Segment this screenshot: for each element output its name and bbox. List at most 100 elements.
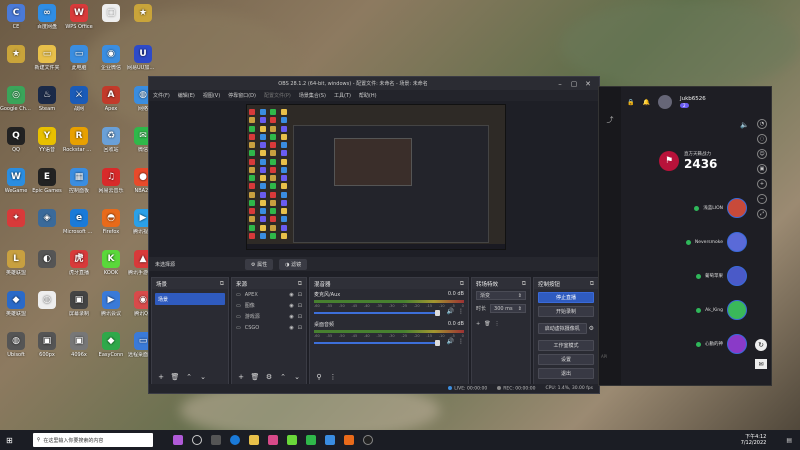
desktop-icon[interactable]: ✦ — [0, 209, 32, 229]
desktop-icon[interactable]: W WeGame — [0, 168, 32, 194]
widgets-icon[interactable] — [210, 435, 221, 445]
trash-icon[interactable]: 🗑 — [250, 372, 260, 381]
clock[interactable]: 下午4:12 7/12/2022 — [741, 434, 767, 446]
obs-icon[interactable] — [362, 435, 373, 445]
arrow-down-icon[interactable]: ⌄ — [292, 372, 302, 381]
desktop-icon[interactable]: ♨ Steam — [31, 86, 63, 112]
volume-slider[interactable] — [314, 339, 440, 346]
source-item[interactable]: ▭ APEX ◉ ⊡ — [232, 289, 306, 300]
source-item[interactable]: ▭ 图像 ◉ ⊡ — [232, 300, 306, 311]
app-icon[interactable] — [343, 435, 354, 445]
menu-dots-icon[interactable]: ⋮ — [495, 321, 500, 327]
notification-icon[interactable]: ▤ — [786, 437, 792, 444]
add-icon[interactable]: + — [156, 372, 166, 381]
start-virtual-camera-button[interactable]: 启动虚拟摄像机 — [538, 323, 587, 334]
arrow-up-icon[interactable]: ⌃ — [184, 372, 194, 381]
menu-scene-collection[interactable]: 场景集合(S) — [299, 92, 326, 99]
lock-icon[interactable]: ⊡ — [298, 292, 302, 298]
add-icon[interactable]: + — [476, 321, 480, 327]
menu-dots-icon[interactable]: ⋮ — [458, 308, 464, 315]
dock-undock-icon[interactable]: ⧉ — [590, 280, 594, 288]
maximize-icon[interactable]: ▢ — [567, 80, 581, 88]
gear-icon[interactable]: ⚙ — [589, 325, 594, 332]
desktop-icon[interactable]: ◆ 英雄联盟 — [0, 291, 32, 317]
menu-view[interactable]: 视图(V) — [203, 92, 220, 99]
refresh-icon[interactable]: ↻ — [755, 339, 767, 351]
desktop-icon[interactable]: ◉ 企业微信 — [95, 45, 127, 71]
desktop-icon[interactable]: ▣ 4096x — [63, 332, 95, 358]
menu-tools[interactable]: 工具(T) — [334, 92, 351, 99]
dock-undock-icon[interactable]: ⧉ — [298, 280, 302, 288]
duration-input[interactable]: 300 ms ⇕ — [490, 304, 526, 313]
dock-undock-icon[interactable]: ⧉ — [522, 280, 526, 288]
avatar[interactable] — [657, 95, 672, 109]
gear-icon[interactable]: ⚙ — [264, 372, 274, 381]
desktop-icon[interactable]: L 英雄联盟 — [0, 250, 32, 276]
scene-item[interactable]: 场景 — [155, 293, 225, 305]
desktop-icon[interactable]: ◎ Google Chrome — [0, 86, 32, 112]
image-icon[interactable]: ▣ — [757, 164, 767, 174]
bell-icon[interactable]: 🔔 — [642, 99, 649, 106]
settings-button[interactable]: 设置 — [538, 354, 594, 365]
studio-mode-button[interactable]: 工作室模式 — [538, 340, 594, 351]
desktop-icon[interactable]: W WPS Office — [63, 4, 95, 30]
desktop-icon[interactable]: C CE — [0, 4, 32, 30]
message-icon[interactable]: ✉ — [755, 359, 767, 369]
desktop-icon[interactable]: ▣ 屏幕录制 — [63, 291, 95, 317]
desktop-icon[interactable]: ▦ 控制面板 — [63, 168, 95, 194]
edge-icon[interactable] — [229, 435, 240, 445]
close-icon[interactable]: ✕ — [581, 80, 595, 88]
desktop-icon[interactable]: ▭ 新建文件夹 — [31, 45, 63, 71]
volume-icon[interactable]: 🔈 — [740, 121, 749, 129]
desktop-icon[interactable]: ⚔ 战网 — [63, 86, 95, 112]
menu-dots-icon[interactable]: ⋮ — [328, 372, 338, 381]
eye-icon[interactable]: ◉ — [289, 303, 293, 309]
dock-undock-icon[interactable]: ⧉ — [460, 280, 464, 288]
link-icon[interactable]: ⚲ — [314, 372, 324, 381]
desktop-icon[interactable]: ♻ 回收站 — [95, 127, 127, 153]
stop-streaming-button[interactable]: 停止直播 — [538, 292, 594, 303]
eye-icon[interactable]: ◉ — [289, 292, 293, 298]
desktop-icon[interactable]: ◓ Firefox — [95, 209, 127, 235]
lock-icon[interactable]: 🔒 — [627, 99, 634, 106]
trash-icon[interactable]: 🗑 — [170, 372, 180, 381]
file-explorer-icon[interactable] — [248, 435, 259, 445]
source-item[interactable]: ▭ 游戏源 ◉ ⊡ — [232, 311, 306, 322]
desktop-icon[interactable]: ▢ — [95, 4, 127, 24]
trash-icon[interactable]: 🗑 — [484, 321, 490, 327]
menu-docks[interactable]: 停靠窗口(D) — [228, 92, 256, 99]
menu-help[interactable]: 帮助(H) — [359, 92, 377, 99]
desktop-icon[interactable]: ▣ 600px — [31, 332, 63, 358]
source-item[interactable]: ▭ CSGO ◉ ⊡ — [232, 322, 306, 333]
menu-dots-icon[interactable]: ⋮ — [458, 338, 464, 345]
menu-file[interactable]: 文件(F) — [153, 92, 170, 99]
desktop-icon[interactable]: Y YY语音 — [31, 127, 63, 153]
transition-type-select[interactable]: 渐变 ⇕ — [476, 291, 526, 300]
preview-canvas[interactable] — [246, 104, 506, 250]
arrow-up-icon[interactable]: ⌃ — [278, 372, 288, 381]
menu-profile[interactable]: 配置文件(P) — [264, 92, 291, 99]
desktop-icon[interactable]: Q QQ — [0, 127, 32, 153]
volume-slider[interactable] — [314, 309, 440, 316]
eye-icon[interactable]: ◉ — [289, 325, 293, 331]
gift-icon[interactable]: ◔ — [757, 119, 767, 129]
arrow-down-icon[interactable]: ⌄ — [198, 372, 208, 381]
desktop-icon[interactable]: E Epic Games — [31, 168, 63, 194]
lock-icon[interactable]: ⊡ — [298, 314, 302, 320]
desktop-icon[interactable]: ♫ 网易云音乐 — [95, 168, 127, 194]
wechat-icon[interactable] — [305, 435, 316, 445]
share-icon[interactable]: ⤴ — [599, 115, 621, 125]
desktop-icon[interactable]: A Apex — [95, 86, 127, 112]
rank-entry[interactable]: 心動的神 — [669, 331, 747, 357]
task-view-icon[interactable] — [191, 435, 202, 445]
menu-edit[interactable]: 编辑(E) — [178, 92, 195, 99]
rank-entry[interactable]: Neversmoke — [669, 229, 747, 255]
add-icon[interactable]: + — [236, 372, 246, 381]
desktop-icon[interactable]: K KOOK — [95, 250, 127, 276]
desktop-icon[interactable]: ★ — [127, 4, 159, 24]
exit-button[interactable]: 退出 — [538, 368, 594, 379]
desktop-icon[interactable]: ▶ 腾讯会议 — [95, 291, 127, 317]
desktop-icon[interactable]: 虎虎牙直播 — [63, 250, 95, 276]
taskbar-search[interactable]: ⚲ 在这里输入你要搜索的内容 — [32, 433, 153, 447]
kook-icon[interactable] — [286, 435, 297, 445]
